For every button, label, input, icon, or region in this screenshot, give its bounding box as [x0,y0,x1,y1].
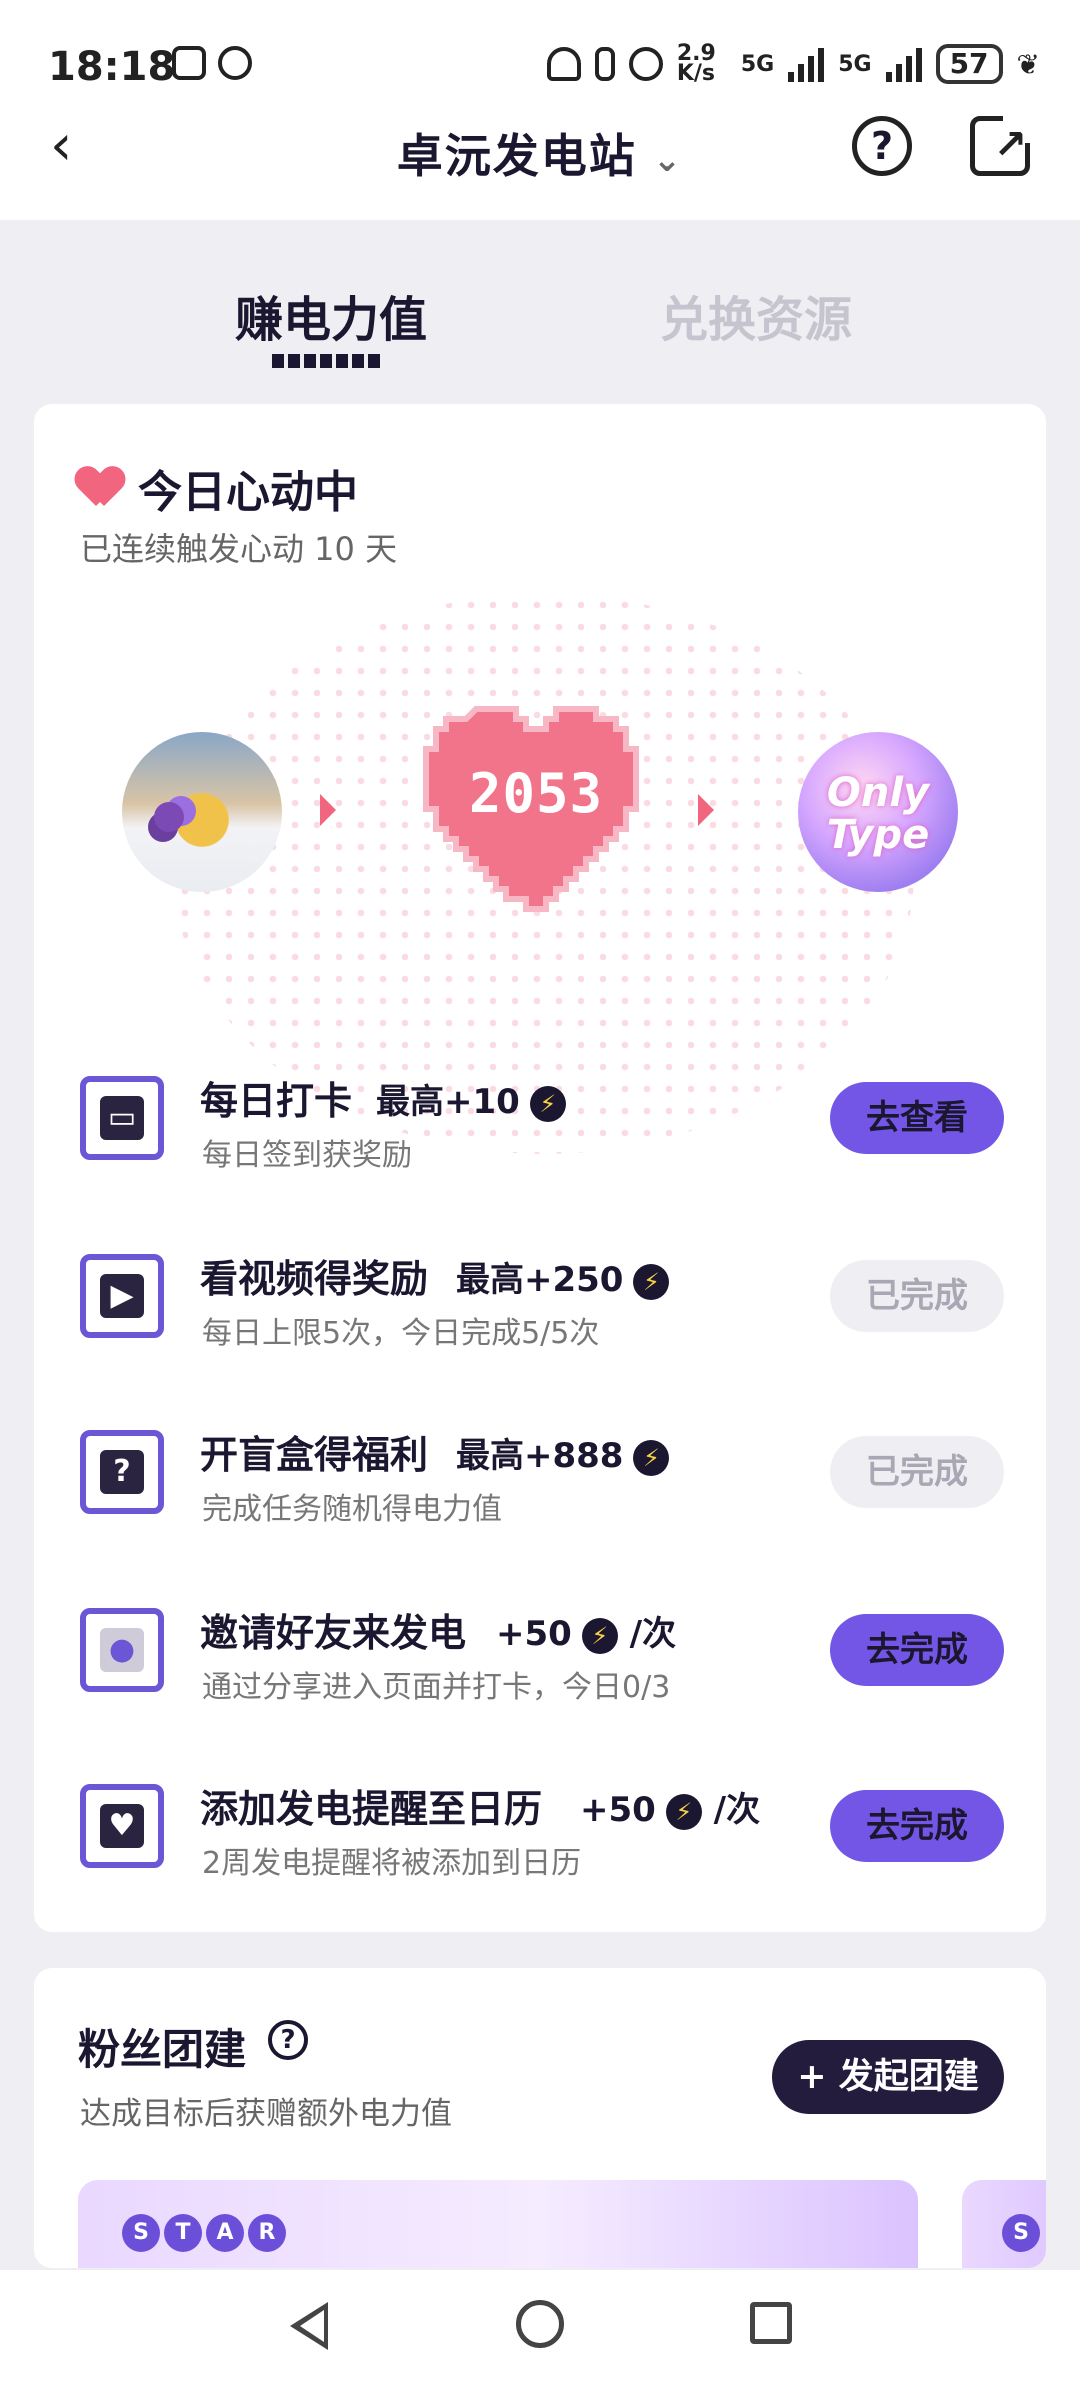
task-button[interactable]: 去完成 [830,1614,1004,1686]
alarm-icon [218,46,252,80]
signal-label-2: 5G [838,51,872,77]
task-desc: 完成任务随机得电力值 [202,1492,502,1527]
share-icon[interactable]: ↗ [970,115,1031,176]
task-name: 开盲盒得福利 [200,1433,429,1477]
task-row: ♥ 添加发电提醒至日历 +50 ⚡ /次 2周发电提醒将被添加到日历 去完成 [34,1772,1046,1902]
calendar-icon: ♥ [80,1784,164,1868]
leaf-icon: ❦ [1016,47,1040,81]
nav-home-icon[interactable] [516,2300,564,2348]
task-name: 添加发电提醒至日历 [200,1787,543,1831]
lightning-icon: ⚡ [665,1793,702,1830]
arrow-right-icon [698,794,714,826]
nav-back-icon[interactable] [290,2302,328,2350]
help-circle-icon[interactable]: ? [268,2020,308,2060]
task-row: ▭ 每日打卡 最高+10 ⚡ 每日签到获奖励 去查看 [34,1064,1046,1194]
user-avatar[interactable] [122,732,282,892]
heartbeat-title: 今日心动中 [138,467,358,518]
fan-group-banner-next[interactable]: S [962,2180,1046,2268]
fan-group-subtitle: 达成目标后获赠额外电力值 [80,2096,452,2132]
help-button[interactable]: ? [852,116,912,176]
top-nav: ‹ 卓沅发电站 ⌄ ? ↗ [0,96,1080,220]
banner-letter: A [206,2214,244,2252]
task-name: 每日打卡 [200,1079,353,1123]
banner-letter: S [1002,2214,1040,2252]
task-bonus: +50 ⚡ /次 [580,1790,761,1830]
arrow-right-icon [320,794,336,826]
banner-letter: R [248,2214,286,2252]
task-button[interactable]: 已完成 [830,1436,1004,1508]
banner-letter: T [164,2214,202,2252]
flower-bouquet-icon [154,802,184,832]
tab-redeem[interactable]: 兑换资源 [660,280,852,350]
video-icon: ▶ [80,1254,164,1338]
task-row: ? 开盲盒得福利 最高+888 ⚡ 完成任务随机得电力值 已完成 [34,1418,1046,1548]
battery-indicator: 57 [935,44,1003,84]
heart-icon [78,468,122,508]
task-name: 邀请好友来发电 [200,1611,467,1655]
vibrate-icon [594,47,615,81]
ticket-icon: ▭ [80,1076,164,1160]
net-speed: 2.9 K/s [676,41,716,86]
tab-bar: 赚电力值 兑换资源 [0,270,1080,380]
mute-bell-icon [628,47,663,81]
earn-card: 今日心动中 已连续触发心动 10 天 2053 Only Type ▭ 每日打卡… [34,404,1046,1932]
tab-earn-power[interactable]: 赚电力值 [235,280,427,350]
lightning-icon: ⚡ [633,1439,670,1476]
status-time: 18:18 [48,44,176,90]
task-bonus: 最高+250 ⚡ [456,1252,670,1301]
task-row: ▶ 看视频得奖励 最高+250 ⚡ 每日上限5次，今日完成5/5次 已完成 [34,1242,1046,1372]
nav-recents-icon[interactable] [750,2302,792,2344]
system-nav-bar [0,2270,1080,2386]
signal-label-1: 5G [740,51,775,77]
lightning-icon: ⚡ [633,1263,670,1300]
active-tab-indicator [272,354,382,368]
signal-bars-2-icon [885,46,922,82]
task-button[interactable]: 去查看 [830,1082,1004,1154]
signal-bars-1-icon [788,46,825,82]
chevron-down-icon: ⌄ [652,139,684,180]
mystery-box-icon: ? [80,1430,164,1514]
task-bonus: +50 ⚡ /次 [496,1614,677,1654]
idol-avatar-text: Only Type [826,770,930,858]
lightning-icon: ⚡ [581,1617,618,1654]
task-desc: 2周发电提醒将被添加到日历 [202,1846,582,1881]
lightning-icon: ⚡ [529,1085,566,1122]
task-name: 看视频得奖励 [200,1257,429,1301]
task-button[interactable]: 已完成 [830,1260,1004,1332]
task-button[interactable]: 去完成 [830,1790,1004,1862]
page-title[interactable]: 卓沅发电站 ⌄ [0,120,1080,186]
page-title-text: 卓沅发电站 [396,129,637,183]
banner-letter: S [122,2214,160,2252]
headphones-icon [546,47,581,81]
task-desc: 每日上限5次，今日完成5/5次 [202,1316,600,1351]
heartbeat-subtitle: 已连续触发心动 10 天 [80,530,398,568]
fan-group-banner[interactable]: S T A R [78,2180,918,2268]
start-group-button[interactable]: + 发起团建 [772,2040,1004,2114]
heartbeat-count: 2053 [468,762,604,825]
fan-group-card: 粉丝团建 ? 达成目标后获赠额外电力值 + 发起团建 S T A R S [34,1968,1046,2268]
nfc-icon [172,46,206,80]
task-desc: 每日签到获奖励 [202,1138,412,1173]
fan-group-title: 粉丝团建 [78,2025,247,2074]
friends-icon: ● [80,1608,164,1692]
task-desc: 通过分享进入页面并打卡，今日0/3 [202,1670,671,1705]
task-bonus: 最高+10 ⚡ [376,1074,566,1123]
task-bonus: 最高+888 ⚡ [456,1428,670,1477]
task-row: ● 邀请好友来发电 +50 ⚡ /次 通过分享进入页面并打卡，今日0/3 去完成 [34,1596,1046,1726]
idol-avatar[interactable]: Only Type [798,732,958,892]
